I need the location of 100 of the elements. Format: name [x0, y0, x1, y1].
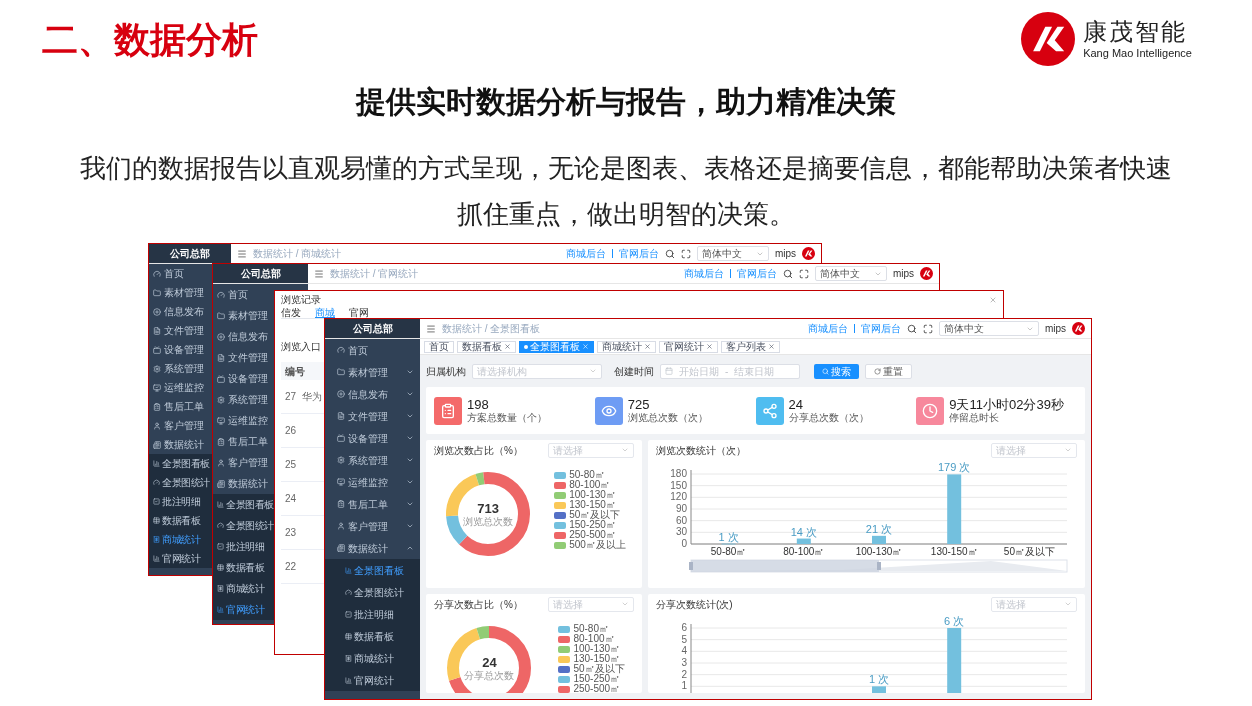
newspaper-icon — [217, 479, 225, 488]
sidebar-subitem[interactable]: 商城统计 — [213, 578, 274, 599]
page-tab[interactable]: 客户列表 — [721, 340, 780, 353]
user-name[interactable]: mips — [1044, 321, 1066, 336]
sidebar-item[interactable]: 运维监控 — [213, 410, 274, 431]
sidebar-item[interactable]: 数据统计 — [149, 435, 210, 454]
sidebar-item[interactable]: 运维监控 — [149, 378, 210, 397]
page-tab[interactable]: 官网统计 — [659, 340, 718, 353]
sidebar-subitem[interactable]: 数据看板 — [325, 625, 420, 647]
language-select[interactable]: 简体中文 — [814, 266, 887, 281]
sidebar-item[interactable]: 信息发布 — [213, 326, 274, 347]
logo-icon — [920, 267, 933, 280]
axis-tick-label: 0 — [680, 538, 687, 549]
sidebar-item[interactable]: 售后工单 — [213, 431, 274, 452]
sidebar-subitem[interactable]: 数据看板 — [149, 511, 210, 530]
sidebar-subitem[interactable]: 全景图统计 — [149, 473, 210, 492]
legend-label: 150-250㎡ — [573, 674, 621, 684]
sidebar-item[interactable]: 信息发布 — [149, 302, 210, 321]
sidebar-subitem[interactable]: 全景图看板 — [149, 454, 210, 473]
page-tab[interactable]: 首页 — [424, 340, 454, 353]
search-icon[interactable] — [782, 268, 793, 279]
sidebar-item[interactable]: 文件管理 — [325, 405, 420, 427]
chart-title: 浏览次数占比（%） — [434, 443, 523, 458]
close-icon[interactable] — [989, 295, 997, 304]
sidebar-item[interactable]: 文件管理 — [149, 321, 210, 340]
sidebar-item[interactable]: 素材管理 — [149, 283, 210, 302]
user-name[interactable]: mips — [892, 266, 914, 281]
sidebar-subitem[interactable]: 全景图统计 — [325, 581, 420, 603]
fullscreen-icon[interactable] — [922, 323, 933, 334]
fullscreen-icon[interactable] — [680, 248, 691, 259]
menu-icon[interactable] — [314, 268, 324, 279]
sidebar-item[interactable]: 设备管理 — [325, 427, 420, 449]
sidebar-item[interactable]: 售后工单 — [149, 397, 210, 416]
table-cell-text: 24 — [285, 492, 297, 506]
sidebar-item[interactable]: 首页 — [149, 264, 210, 283]
sidebar-subitem[interactable]: 全景图看板 — [325, 559, 420, 581]
sidebar-item[interactable]: 设备管理 — [213, 368, 274, 389]
axis-tick-label: 6 — [680, 622, 687, 633]
sidebar-item[interactable]: 系统管理 — [149, 359, 210, 378]
sidebar-subitem[interactable]: 全景图统计 — [213, 515, 274, 536]
range-slider[interactable] — [688, 559, 1067, 573]
page-tab[interactable]: 数据看板 — [457, 340, 516, 353]
close-icon[interactable] — [644, 343, 651, 350]
sidebar-item[interactable]: 首页 — [325, 339, 420, 361]
sidebar-item[interactable]: 客户管理 — [149, 416, 210, 435]
reset-button[interactable]: 重置 — [865, 363, 912, 379]
filter-label: 归属机构 — [426, 364, 466, 379]
search-icon[interactable] — [664, 248, 675, 259]
sidebar-item[interactable]: 文件管理 — [213, 347, 274, 368]
chevron-down-icon — [621, 600, 629, 608]
sidebar-item[interactable]: 素材管理 — [325, 361, 420, 383]
value-label: 6 次 — [943, 615, 964, 627]
menu-icon[interactable] — [426, 323, 436, 334]
sidebar-subitem[interactable]: 数据看板 — [213, 557, 274, 578]
value-label: 21 次 — [865, 522, 892, 535]
close-icon[interactable] — [768, 343, 775, 350]
total-label: 浏览总次数 — [463, 515, 514, 528]
sidebar-item[interactable]: 首页 — [213, 284, 274, 305]
sidebar-item[interactable]: 运维监控 — [325, 471, 420, 493]
sidebar-subitem[interactable]: 批注明细 — [149, 492, 210, 511]
sidebar-item[interactable]: 设备管理 — [149, 340, 210, 359]
language-select[interactable]: 简体中文 — [938, 321, 1039, 336]
user-name[interactable]: mips — [774, 246, 796, 261]
sidebar-item[interactable]: 素材管理 — [213, 305, 274, 326]
sidebar-item[interactable]: 客户管理 — [213, 452, 274, 473]
sidebar-item[interactable]: 售后工单 — [325, 493, 420, 515]
axis-tick-label: 90 — [675, 503, 687, 514]
language-select[interactable]: 简体中文 — [696, 246, 769, 261]
sidebar-item[interactable]: 系统管理 — [325, 449, 420, 471]
sidebar-subitem[interactable]: 官网统计 — [325, 669, 420, 691]
file-icon — [153, 326, 161, 335]
receipt-icon — [217, 585, 224, 592]
sidebar-item[interactable]: 信息发布 — [325, 383, 420, 405]
legend-label: 50-80㎡ — [569, 470, 605, 480]
close-icon[interactable] — [706, 343, 713, 350]
sidebar-subitem[interactable]: 商城统计 — [325, 647, 420, 669]
chart-title: 分享次数占比（%） — [434, 597, 523, 612]
search-icon[interactable] — [906, 323, 917, 334]
menu-icon[interactable] — [237, 248, 247, 259]
dialog-tab[interactable]: 官网 — [349, 307, 369, 318]
sidebar-subitem[interactable]: 商城统计 — [149, 530, 210, 549]
sidebar-item[interactable]: 数据统计 — [213, 473, 274, 494]
monitor-check-icon — [217, 416, 225, 425]
sidebar-item[interactable]: 客户管理 — [325, 515, 420, 537]
monitor-icon — [153, 345, 161, 354]
dialog-tab[interactable]: 信发 — [281, 307, 301, 318]
fullscreen-icon[interactable] — [798, 268, 809, 279]
sidebar-item[interactable]: 系统管理 — [213, 389, 274, 410]
search-icon — [822, 367, 829, 375]
page-tab[interactable]: 商城统计 — [597, 340, 656, 353]
sidebar-item[interactable]: 数据统计 — [325, 537, 420, 559]
sidebar-subitem[interactable]: 全景图看板 — [213, 494, 274, 515]
close-icon[interactable] — [504, 343, 511, 350]
sidebar-subitem[interactable]: 批注明细 — [325, 603, 420, 625]
plus-circle-icon — [217, 332, 225, 341]
sidebar-subitem[interactable]: 官网统计 — [213, 599, 274, 620]
sidebar-subitem[interactable]: 官网统计 — [149, 549, 210, 568]
dialog-title: 浏览记录 — [281, 293, 321, 307]
value-label: 1 次 — [868, 673, 889, 686]
sidebar-subitem[interactable]: 批注明细 — [213, 536, 274, 557]
